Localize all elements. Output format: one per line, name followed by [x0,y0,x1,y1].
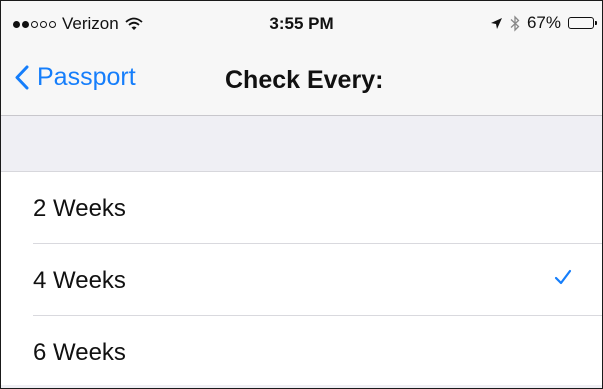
option-label: 4 Weeks [33,267,126,294]
option-label: 6 Weeks [33,339,126,366]
battery-percent: 67% [526,13,561,32]
option-row-2-weeks[interactable]: 2 Weeks [1,172,602,244]
bluetooth-icon [510,14,520,32]
page-title: Check Every: [225,66,384,94]
back-button[interactable]: Passport [15,63,136,92]
location-arrow-icon [490,17,502,29]
navigation-bar: Passport Check Every: [1,45,602,116]
options-list: 2 Weeks 4 Weeks 6 Weeks [1,172,602,388]
option-row-6-weeks[interactable]: 6 Weeks [1,316,602,388]
status-bar: Verizon 3:55 PM 67% [1,1,602,45]
checkmark-icon [554,269,572,285]
back-button-label: Passport [37,63,136,91]
battery-cap [595,21,597,25]
phone-screen: Verizon 3:55 PM 67% Passport Check Every… [0,0,603,389]
option-row-4-weeks[interactable]: 4 Weeks [1,244,602,316]
chevron-left-icon [15,65,29,90]
list-bottom-edge [1,385,602,388]
battery-icon [568,17,597,29]
section-header-spacer [1,116,602,172]
status-right: 67% [490,13,597,33]
option-label: 2 Weeks [33,195,126,222]
